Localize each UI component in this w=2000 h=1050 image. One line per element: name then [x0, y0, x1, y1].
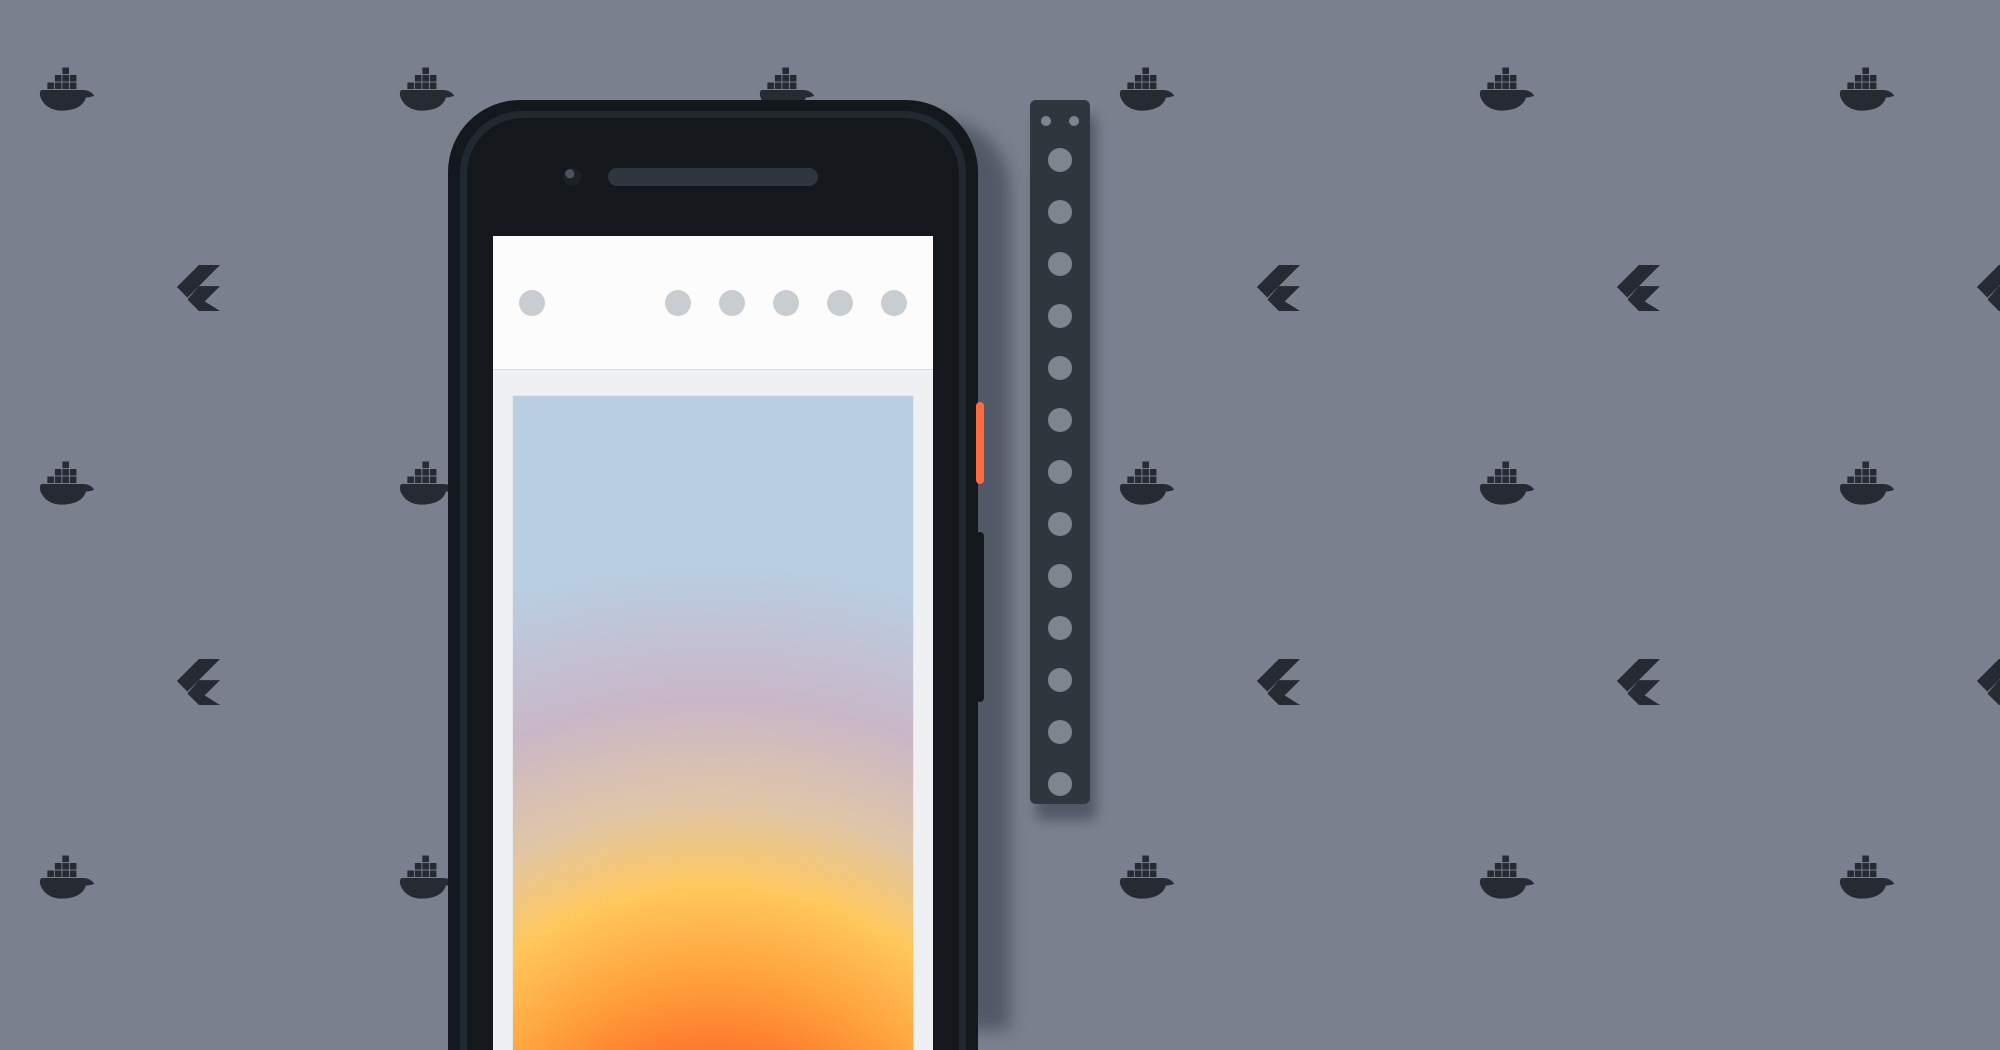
phone-emulator [448, 100, 978, 1050]
emulator-button-1[interactable] [1048, 148, 1072, 172]
emulator-button-5[interactable] [1048, 356, 1072, 380]
appbar-action-3[interactable] [773, 290, 799, 316]
emulator-button-11[interactable] [1048, 668, 1072, 692]
volume-rocker[interactable] [976, 532, 984, 702]
power-button[interactable] [976, 402, 984, 484]
emulator-toolbar [1030, 100, 1090, 804]
emulator-button-6[interactable] [1048, 408, 1072, 432]
phone-earpiece [608, 168, 818, 186]
emulator-button-10[interactable] [1048, 616, 1072, 640]
emulator-button-13[interactable] [1048, 772, 1072, 796]
emulator-button-8[interactable] [1048, 512, 1072, 536]
appbar-action-5[interactable] [881, 290, 907, 316]
emulator-button-3[interactable] [1048, 252, 1072, 276]
emulator-mini-button-2[interactable] [1069, 116, 1079, 126]
emulator-buttons [1030, 148, 1090, 796]
emulator-button-9[interactable] [1048, 564, 1072, 588]
app-content-card [513, 396, 913, 1050]
phone-camera [563, 168, 581, 186]
emulator-button-2[interactable] [1048, 200, 1072, 224]
appbar-action-4[interactable] [827, 290, 853, 316]
emulator-button-4[interactable] [1048, 304, 1072, 328]
wallpaper-gradient [513, 396, 913, 1050]
phone-screen[interactable] [493, 236, 933, 1050]
app-bar [493, 236, 933, 370]
appbar-action-2[interactable] [719, 290, 745, 316]
appbar-left-icon[interactable] [519, 290, 545, 316]
emulator-button-7[interactable] [1048, 460, 1072, 484]
emulator-mini-button-1[interactable] [1041, 116, 1051, 126]
appbar-actions [665, 290, 907, 316]
appbar-action-1[interactable] [665, 290, 691, 316]
emulator-button-12[interactable] [1048, 720, 1072, 744]
